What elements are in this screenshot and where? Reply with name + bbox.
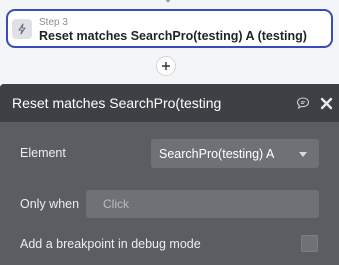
lightning-icon bbox=[12, 19, 32, 39]
only-when-placeholder: Click bbox=[103, 197, 129, 211]
chevron-down-icon bbox=[299, 152, 307, 157]
action-properties-panel: Reset matches SearchPro(testing Element … bbox=[0, 84, 339, 265]
add-step-button[interactable] bbox=[156, 56, 176, 76]
step-card[interactable]: Step 3 Reset matches SearchPro(testing) … bbox=[6, 9, 333, 48]
plus-icon bbox=[162, 62, 170, 70]
comment-icon[interactable] bbox=[296, 96, 310, 115]
breakpoint-checkbox[interactable] bbox=[301, 235, 318, 252]
connector-arrow bbox=[164, 0, 172, 3]
panel-header: Reset matches SearchPro(testing bbox=[0, 84, 339, 122]
only-when-label: Only when bbox=[20, 197, 80, 211]
breakpoint-label: Add a breakpoint in debug mode bbox=[20, 237, 201, 251]
only-when-input[interactable]: Click bbox=[86, 190, 319, 218]
panel-title: Reset matches SearchPro(testing bbox=[12, 95, 222, 111]
element-label: Element bbox=[20, 146, 66, 160]
step-title: Reset matches SearchPro(testing) A (test… bbox=[39, 29, 307, 43]
close-icon[interactable] bbox=[320, 97, 333, 115]
element-dropdown[interactable]: SearchPro(testing) A bbox=[151, 139, 319, 168]
element-dropdown-value: SearchPro(testing) A bbox=[159, 147, 275, 161]
step-label: Step 3 bbox=[39, 17, 68, 28]
